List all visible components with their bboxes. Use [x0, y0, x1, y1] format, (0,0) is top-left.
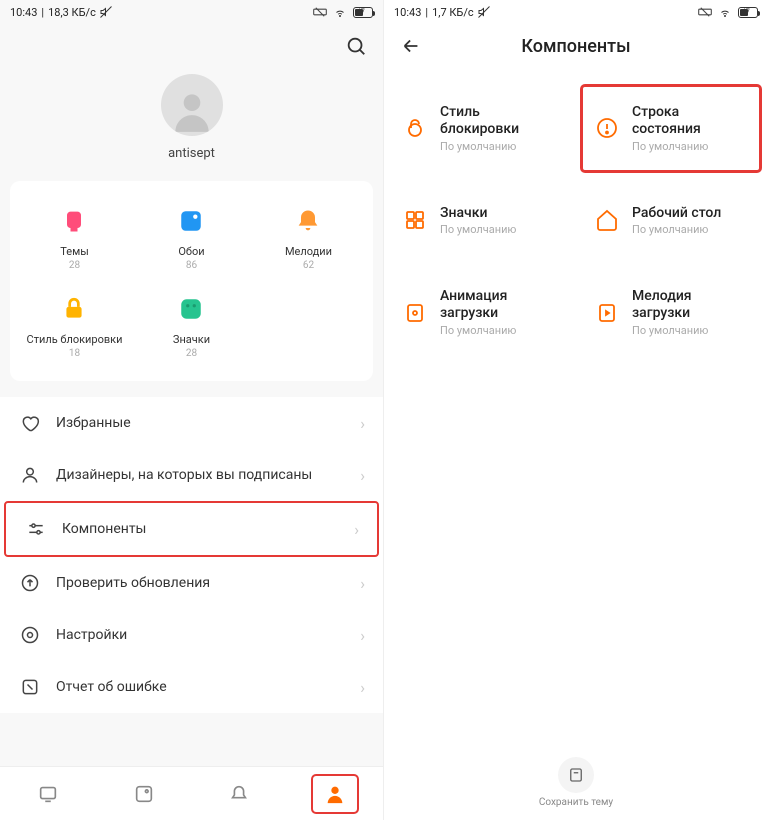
icons-icon: [173, 291, 209, 327]
menu-updates[interactable]: Проверить обновления ›: [0, 557, 383, 609]
menu-bugreport[interactable]: Отчет об ошибке ›: [0, 661, 383, 713]
stats-card: Темы 28 Обои 86 Мелодии 62 Стиль блокиро…: [10, 181, 373, 381]
save-button[interactable]: [558, 757, 594, 793]
lock-icon: [56, 291, 92, 327]
avatar[interactable]: [161, 74, 223, 136]
comp-icons[interactable]: Значки По умолчанию: [384, 179, 576, 263]
gear-icon: [18, 625, 42, 645]
comp-bootanim[interactable]: Анимация загрузки По умолчанию: [384, 262, 576, 363]
save-footer: Сохранить тему: [384, 757, 768, 808]
mute-icon: [478, 6, 490, 18]
nav-wallpaper[interactable]: [120, 774, 168, 814]
status-bar-right: 10:43 | 1,7 КБ/с 47: [384, 0, 768, 24]
chevron-right-icon: ›: [360, 574, 365, 593]
page-title: Компоненты: [400, 36, 752, 57]
chevron-right-icon: ›: [360, 466, 365, 485]
save-label: Сохранить тему: [539, 797, 613, 808]
back-button[interactable]: [400, 35, 422, 57]
grid-ringtones[interactable]: Мелодии 62: [250, 197, 367, 285]
bootsound-icon: [594, 300, 620, 326]
heart-icon: [18, 413, 42, 433]
themes-icon: [56, 203, 92, 239]
nav-ringtone[interactable]: [215, 774, 263, 814]
nav-profile[interactable]: [311, 774, 359, 814]
person-icon: [18, 465, 42, 485]
comp-statusbar[interactable]: Строка состояния По умолчанию: [576, 78, 768, 179]
status-speed: 18,3 КБ/с: [48, 6, 96, 19]
menu-favorites[interactable]: Избранные ›: [0, 397, 383, 449]
comp-desktop[interactable]: Рабочий стол По умолчанию: [576, 179, 768, 263]
header-right: Компоненты: [384, 24, 768, 68]
iconsgrid-icon: [402, 207, 428, 233]
menu-designers[interactable]: Дизайнеры, на которых вы подписаны ›: [0, 449, 383, 501]
bootanim-icon: [402, 300, 428, 326]
statusbar-icon: [594, 115, 620, 141]
status-time: 10:43: [10, 6, 37, 19]
chevron-right-icon: ›: [360, 626, 365, 645]
menu-components[interactable]: Компоненты ›: [4, 501, 379, 557]
chevron-right-icon: ›: [354, 520, 359, 539]
sliders-icon: [24, 519, 48, 539]
phone-left: 10:43 | 18,3 КБ/с 47 antisept Темы 28: [0, 0, 384, 820]
components-grid: Стиль блокировки По умолчанию Строка сос…: [384, 68, 768, 373]
status-bar-left: 10:43 | 18,3 КБ/с 47: [0, 0, 383, 24]
search-icon[interactable]: [345, 35, 367, 57]
phone-right: 10:43 | 1,7 КБ/с 47 Компоненты Стиль бло…: [384, 0, 768, 820]
header-left: [0, 24, 383, 68]
chevron-right-icon: ›: [360, 678, 365, 697]
nav-bar: [0, 766, 383, 820]
status-speed: 1,7 КБ/с: [432, 6, 474, 19]
comp-lockstyle[interactable]: Стиль блокировки По умолчанию: [384, 78, 576, 179]
nav-home[interactable]: [24, 774, 72, 814]
wifi-icon: [333, 6, 347, 18]
report-icon: [18, 677, 42, 697]
home-icon: [594, 207, 620, 233]
menu-settings[interactable]: Настройки ›: [0, 609, 383, 661]
menu-list: Избранные › Дизайнеры, на которых вы под…: [0, 397, 383, 713]
wifi-icon: [718, 6, 732, 18]
profile-section: antisept: [0, 68, 383, 175]
update-icon: [18, 573, 42, 593]
grid-lockstyle[interactable]: Стиль блокировки 18: [16, 285, 133, 373]
grid-icons[interactable]: Значки 28: [133, 285, 250, 373]
lockstyle-icon: [402, 115, 428, 141]
comp-bootsound[interactable]: Мелодия загрузки По умолчанию: [576, 262, 768, 363]
battery-icon: 47: [738, 7, 758, 18]
grid-wallpapers[interactable]: Обои 86: [133, 197, 250, 285]
wallpapers-icon: [173, 203, 209, 239]
battery-icon: 47: [353, 7, 373, 18]
ringtones-icon: [290, 203, 326, 239]
chevron-right-icon: ›: [360, 414, 365, 433]
mute-icon: [100, 6, 112, 18]
cell-icon: [698, 7, 712, 17]
grid-themes[interactable]: Темы 28: [16, 197, 133, 285]
username[interactable]: antisept: [0, 146, 383, 161]
cell-icon: [313, 7, 327, 17]
status-time: 10:43: [394, 6, 421, 19]
